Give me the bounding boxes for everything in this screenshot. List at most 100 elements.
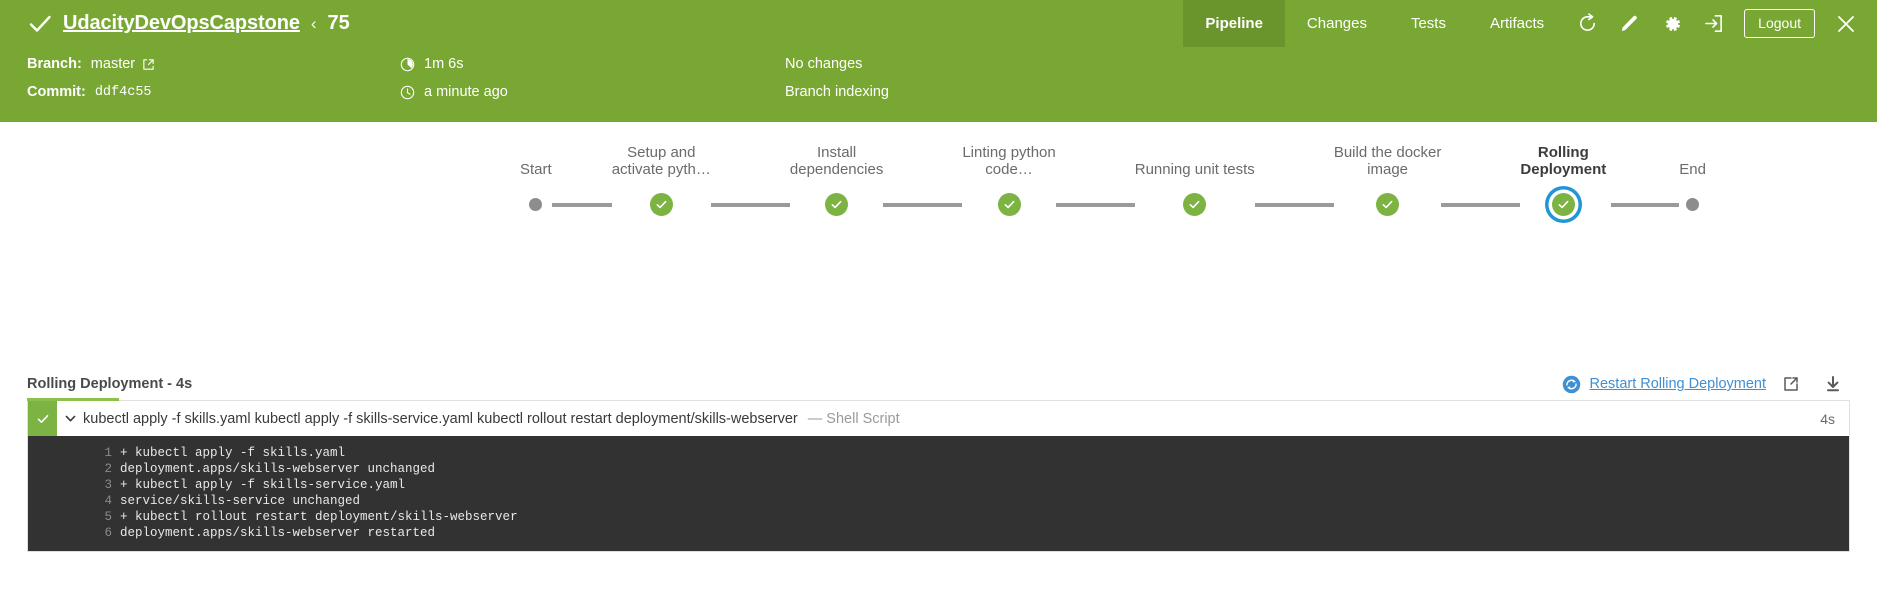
logout-button[interactable]: Logout xyxy=(1744,8,1815,39)
stage-linting-python-code[interactable]: Linting python code… xyxy=(962,144,1056,222)
stage-rolling-deployment-node[interactable] xyxy=(1551,193,1575,217)
stage-end-node[interactable] xyxy=(1686,198,1700,212)
step-command-text: kubectl apply -f skills.yaml kubectl app… xyxy=(83,401,1820,436)
log-title: Rolling Deployment - 4s xyxy=(27,376,193,392)
header-tabs: Pipeline Changes Tests Artifacts xyxy=(1183,0,1566,47)
stage-end[interactable]: End xyxy=(1679,161,1706,221)
tab-artifacts[interactable]: Artifacts xyxy=(1468,0,1566,47)
cause-value: Branch indexing xyxy=(785,84,889,100)
stage-unit-tests-label: Running unit tests xyxy=(1134,161,1255,179)
stage-install-label: Install dependencies xyxy=(789,144,884,179)
time-info: a minute ago xyxy=(400,84,785,100)
external-link-icon[interactable] xyxy=(1774,370,1808,398)
stage-install-node[interactable] xyxy=(825,193,849,217)
connector-0 xyxy=(551,188,612,222)
restart-stage-label: Restart Rolling Deployment xyxy=(1589,376,1767,392)
stage-start[interactable]: Start xyxy=(520,161,552,221)
tab-pipeline[interactable]: Pipeline xyxy=(1183,0,1285,47)
line-number: 4 xyxy=(104,494,112,508)
log-line: 3 + kubectl apply -f skills-service.yaml xyxy=(28,477,1849,493)
stage-docker-node[interactable] xyxy=(1376,193,1400,217)
check-icon xyxy=(27,11,53,37)
line-text: + kubectl rollout restart deployment/ski… xyxy=(120,510,518,524)
stage-start-node[interactable] xyxy=(529,198,543,212)
edit-icon[interactable] xyxy=(1608,0,1650,47)
logout-arrow-icon[interactable] xyxy=(1692,0,1734,47)
stage-setup-label: Setup and activate pyth… xyxy=(611,144,711,179)
stage-setup-node[interactable] xyxy=(649,193,673,217)
connector-3 xyxy=(1055,188,1135,222)
close-icon[interactable] xyxy=(1825,0,1867,47)
tab-pipeline-label: Pipeline xyxy=(1205,15,1263,32)
external-link-icon[interactable] xyxy=(142,58,155,71)
connector-2 xyxy=(883,188,963,222)
duration-value: 1m 6s xyxy=(424,56,464,72)
log-line: 4 service/skills-service unchanged xyxy=(28,493,1849,509)
stage-linting-label: Linting python code… xyxy=(962,144,1056,179)
connector-6 xyxy=(1606,188,1680,222)
duration-pie-icon xyxy=(400,57,415,72)
line-number: 1 xyxy=(104,446,112,460)
log-panel: kubectl apply -f skills.yaml kubectl app… xyxy=(27,401,1850,552)
commit-info: Commit: ddf4c55 xyxy=(0,84,400,100)
log-line: 2 deployment.apps/skills-webserver uncha… xyxy=(28,461,1849,477)
gear-icon[interactable] xyxy=(1650,0,1692,47)
log-line: 6 deployment.apps/skills-webserver resta… xyxy=(28,525,1849,541)
stage-running-unit-tests[interactable]: Running unit tests xyxy=(1135,161,1255,221)
commit-label: Commit: xyxy=(27,84,86,100)
duration-info: 1m 6s xyxy=(400,56,785,72)
tab-changes-label: Changes xyxy=(1306,15,1367,32)
stage-unit-tests-node[interactable] xyxy=(1183,193,1207,217)
download-icon[interactable] xyxy=(1816,370,1850,398)
line-text: + kubectl apply -f skills-service.yaml xyxy=(120,478,406,492)
stage-linting-node[interactable] xyxy=(997,193,1021,217)
project-title-link[interactable]: UdacityDevOpsCapstone xyxy=(63,12,300,35)
run-meta: Branch: master 1m 6s No changes Commit: … xyxy=(0,47,1877,122)
stage-setup-and-activate-python[interactable]: Setup and activate pyth… xyxy=(612,144,711,222)
log-line: 5 + kubectl rollout restart deployment/s… xyxy=(28,509,1849,525)
stage-build-the-docker-image[interactable]: Build the docker image xyxy=(1333,144,1442,222)
line-text: deployment.apps/skills-webserver restart… xyxy=(120,526,436,540)
pipeline-graph: Start Setup and activate pyth… Install d… xyxy=(520,144,1706,222)
meta-row-1: Branch: master 1m 6s No changes xyxy=(0,50,1877,78)
tab-changes[interactable]: Changes xyxy=(1285,0,1389,47)
app-header: UdacityDevOpsCapstone ‹ 75 Pipeline Chan… xyxy=(0,0,1877,122)
tab-tests-label: Tests xyxy=(1410,15,1446,32)
tab-tests[interactable]: Tests xyxy=(1389,0,1468,47)
connector-1 xyxy=(710,188,790,222)
restart-circle-icon xyxy=(1562,375,1581,394)
line-number: 3 xyxy=(104,478,112,492)
line-text: deployment.apps/skills-webserver unchang… xyxy=(120,462,436,476)
branch-info: Branch: master xyxy=(0,56,400,72)
changes-value: No changes xyxy=(785,56,863,72)
stage-end-label: End xyxy=(1679,161,1706,179)
step-command: kubectl apply -f skills.yaml kubectl app… xyxy=(83,410,798,427)
relative-time-value: a minute ago xyxy=(424,84,508,100)
meta-row-2: Commit: ddf4c55 a minute ago Branch inde… xyxy=(0,78,1877,106)
pipeline-graph-area: Start Setup and activate pyth… Install d… xyxy=(0,122,1877,367)
back-chevron-icon[interactable]: ‹ xyxy=(311,14,317,34)
console-output[interactable]: 1 + kubectl apply -f skills.yaml 2 deplo… xyxy=(28,436,1849,551)
stage-rolling-deployment[interactable]: Rolling Deployment xyxy=(1520,144,1606,222)
stage-docker-label: Build the docker image xyxy=(1333,144,1442,179)
stage-rolling-deployment-label: Rolling Deployment xyxy=(1520,144,1607,179)
log-line: 1 + kubectl apply -f skills.yaml xyxy=(28,445,1849,461)
branch-label: Branch: xyxy=(27,56,82,72)
restart-stage-link[interactable]: Restart Rolling Deployment xyxy=(1562,375,1767,394)
chevron-down-icon[interactable] xyxy=(57,401,83,436)
cause-info: Branch indexing xyxy=(785,84,1877,100)
line-number: 5 xyxy=(104,510,112,524)
line-number: 2 xyxy=(104,462,112,476)
stage-install-dependencies[interactable]: Install dependencies xyxy=(790,144,883,222)
replay-icon[interactable] xyxy=(1566,0,1608,47)
header-action-icons: Logout xyxy=(1566,0,1877,47)
tab-artifacts-label: Artifacts xyxy=(1489,15,1545,32)
stage-start-label: Start xyxy=(520,161,552,179)
log-section: Rolling Deployment - 4s Restart Rolling … xyxy=(0,367,1877,552)
step-check-icon xyxy=(28,401,57,436)
log-step-row[interactable]: kubectl apply -f skills.yaml kubectl app… xyxy=(28,401,1849,436)
step-type-label: — Shell Script xyxy=(807,410,900,427)
run-number: 75 xyxy=(327,12,350,34)
header-top-bar: UdacityDevOpsCapstone ‹ 75 Pipeline Chan… xyxy=(0,0,1877,47)
connector-4 xyxy=(1254,188,1334,222)
